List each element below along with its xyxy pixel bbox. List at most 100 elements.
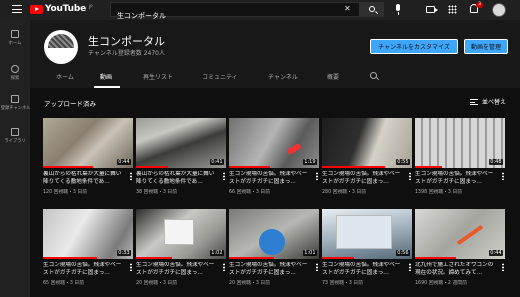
video-meta: 65 回視聴・3 日前 <box>43 281 84 286</box>
video-thumbnail[interactable]: 0:44 <box>415 209 505 259</box>
logo-text: YouTube <box>45 4 86 14</box>
video-card[interactable]: 0:44 北九州で施工されたオワコンの現在の状況。締めてみて… 1690 回視聴… <box>415 209 505 286</box>
account-avatar[interactable] <box>492 3 506 17</box>
video-card[interactable]: 0:33 生コン現場の苦悩。飛沫やベーストがガチガチに固まっ… 65 回視聴・3… <box>43 209 133 286</box>
video-title[interactable]: 生コン現場の苦悩。飛沫やベーストがガチガチに固まっ… <box>43 262 133 277</box>
tab-videos[interactable]: 動画 <box>100 72 112 81</box>
more-options-icon[interactable] <box>502 263 504 271</box>
search-box[interactable] <box>110 2 360 23</box>
more-options-icon[interactable] <box>223 172 225 180</box>
video-title[interactable]: 生コン現場の苦悩。飛沫やベーストがガチガチに固まっ… <box>136 262 226 277</box>
youtube-logo[interactable]: YouTube JP <box>30 4 93 14</box>
sort-icon[interactable] <box>470 99 478 105</box>
videos-section: アップロード済み 並べ替え 0:44 裏山からの枯れ葉が大量に舞い降りてくる敷地… <box>30 88 520 297</box>
tab-about[interactable]: 概要 <box>327 72 339 81</box>
more-options-icon[interactable] <box>316 172 318 180</box>
apps-grid-icon[interactable] <box>448 5 457 14</box>
tab-playlists[interactable]: 再生リスト <box>143 72 173 81</box>
channel-header: 生コンポータル チャンネル登録者数 2470人 チャンネルをカスタマイズ 動画を… <box>30 20 520 88</box>
video-meta: 1398 回視聴・3 日前 <box>415 190 463 195</box>
video-thumbnail[interactable]: 0:41 <box>136 118 226 168</box>
create-video-icon[interactable] <box>426 6 438 13</box>
video-card[interactable]: 0:48 生コン現場の苦悩。飛沫やベーストがガチガチに固まっ… 1398 回視聴… <box>415 118 505 195</box>
more-options-icon[interactable] <box>502 172 504 180</box>
video-card[interactable]: 0:56 生コン現場の苦悩。飛沫やベーストがガチガチに固まっ… 73 回視聴・3… <box>322 209 412 286</box>
video-title[interactable]: 生コン現場の苦悩。飛沫やベーストがガチガチに固まっ… <box>322 171 412 186</box>
home-icon <box>11 30 19 38</box>
channel-avatar[interactable] <box>44 30 78 64</box>
video-card[interactable]: 1:01 生コン現場の苦悩。飛沫やベーストがガチガチに固まっ… 20 回視聴・3… <box>229 209 319 286</box>
video-card[interactable]: 0:41 裏山からの枯れ葉が大量に舞い降りてくる敷地条件であ… 38 回視聴・3… <box>136 118 226 195</box>
sidebar-item-home[interactable]: ホーム <box>0 30 30 46</box>
sort-button[interactable]: 並べ替え <box>482 97 506 106</box>
video-meta: 120 回視聴・3 日前 <box>43 190 88 195</box>
more-options-icon[interactable] <box>223 263 225 271</box>
sidebar-label: 探索 <box>10 76 20 81</box>
channel-tabs: ホーム 動画 再生リスト コミュニティ チャンネル 概要 <box>30 69 520 88</box>
video-meta: 280 回視聴・3 日前 <box>322 190 367 195</box>
video-thumbnail[interactable]: 1:01 <box>229 209 319 259</box>
clear-search-icon[interactable]: ✕ <box>344 4 351 13</box>
video-title[interactable]: 生コン現場の苦悩。飛沫やベーストがガチガチに固まっ… <box>415 171 505 186</box>
logo-region: JP <box>89 4 93 9</box>
sidebar-label: 登録チャンネル <box>0 106 31 111</box>
video-title[interactable]: 生コン現場の苦悩。飛沫やベーストがガチガチに固まっ… <box>229 262 319 277</box>
more-options-icon[interactable] <box>409 263 411 271</box>
video-title[interactable]: 北九州で施工されたオワコンの現在の状況。締めてみて… <box>415 262 505 277</box>
watch-progress-bar <box>136 257 172 259</box>
sidebar-item-subscriptions[interactable]: 登録チャンネル <box>0 95 31 111</box>
thumbnail-detail <box>456 224 484 246</box>
video-duration: 1:19 <box>302 159 317 165</box>
more-options-icon[interactable] <box>316 263 318 271</box>
video-title[interactable]: 裏山からの枯れ葉が大量に舞い降りてくる敷地条件であ… <box>136 171 226 186</box>
video-title[interactable]: 生コン現場の苦悩。飛沫やベーストがガチガチに固まっ… <box>322 262 412 277</box>
more-options-icon[interactable] <box>130 172 132 180</box>
video-thumbnail[interactable]: 0:56 <box>322 209 412 259</box>
video-card[interactable]: 1:02 生コン現場の苦悩。飛沫やベーストがガチガチに固まっ… 20 回視聴・3… <box>136 209 226 286</box>
compass-icon <box>11 65 19 73</box>
microphone-icon[interactable] <box>392 4 404 16</box>
video-card[interactable]: 1:19 生コン現場の苦悩。飛沫やベーストがガチガチに固まっ… 66 回視聴・3… <box>229 118 319 195</box>
video-duration: 0:48 <box>488 159 503 165</box>
watch-progress-bar <box>415 257 456 259</box>
video-thumbnail[interactable]: 0:48 <box>415 118 505 168</box>
watch-progress-bar <box>43 166 93 168</box>
search-button[interactable] <box>360 2 384 17</box>
sidebar-label: ホーム <box>8 41 22 46</box>
thumbnail-detail <box>336 215 392 249</box>
watch-progress-bar <box>229 166 270 168</box>
watch-progress-bar <box>229 257 274 259</box>
menu-icon[interactable] <box>12 5 22 13</box>
tab-channels[interactable]: チャンネル <box>268 72 298 81</box>
video-card[interactable]: 0:55 生コン現場の苦悩。飛沫やベーストがガチガチに固まっ… 280 回視聴・… <box>322 118 412 195</box>
sidebar-item-explore[interactable]: 探索 <box>0 65 30 81</box>
video-title[interactable]: 生コン現場の苦悩。飛沫やベーストがガチガチに固まっ… <box>229 171 319 186</box>
video-duration: 0:44 <box>116 159 131 165</box>
channel-search-icon[interactable] <box>370 72 377 79</box>
sidebar-item-library[interactable]: ライブラリ <box>0 128 30 144</box>
video-duration: 1:01 <box>302 250 317 256</box>
more-options-icon[interactable] <box>130 263 132 271</box>
video-thumbnail[interactable]: 0:44 <box>43 118 133 168</box>
watch-progress-bar <box>322 257 354 259</box>
tab-home[interactable]: ホーム <box>56 72 74 81</box>
manage-videos-button[interactable]: 動画を管理 <box>464 39 508 54</box>
video-meta: 20 回視聴・3 日前 <box>136 281 177 286</box>
tab-community[interactable]: コミュニティ <box>202 72 238 81</box>
subscriptions-icon <box>11 95 19 103</box>
video-title[interactable]: 裏山からの枯れ葉が大量に舞い降りてくる敷地条件であ… <box>43 171 133 186</box>
video-thumbnail[interactable]: 0:33 <box>43 209 133 259</box>
more-options-icon[interactable] <box>409 172 411 180</box>
thumbnail-detail <box>164 219 194 245</box>
mini-sidebar: ホーム 探索 登録チャンネル ライブラリ <box>0 20 31 297</box>
video-card[interactable]: 0:44 裏山からの枯れ葉が大量に舞い降りてくる敷地条件であ… 120 回視聴・… <box>43 118 133 195</box>
video-thumbnail[interactable]: 0:55 <box>322 118 412 168</box>
video-duration: 1:02 <box>209 250 224 256</box>
video-thumbnail[interactable]: 1:02 <box>136 209 226 259</box>
top-bar: YouTube JP ✕ 3 <box>0 0 520 23</box>
customize-channel-button[interactable]: チャンネルをカスタマイズ <box>370 39 458 54</box>
thumbnail-detail <box>259 229 285 255</box>
sidebar-label: ライブラリ <box>4 139 26 144</box>
channel-name: 生コンポータル <box>88 35 165 48</box>
video-thumbnail[interactable]: 1:19 <box>229 118 319 168</box>
